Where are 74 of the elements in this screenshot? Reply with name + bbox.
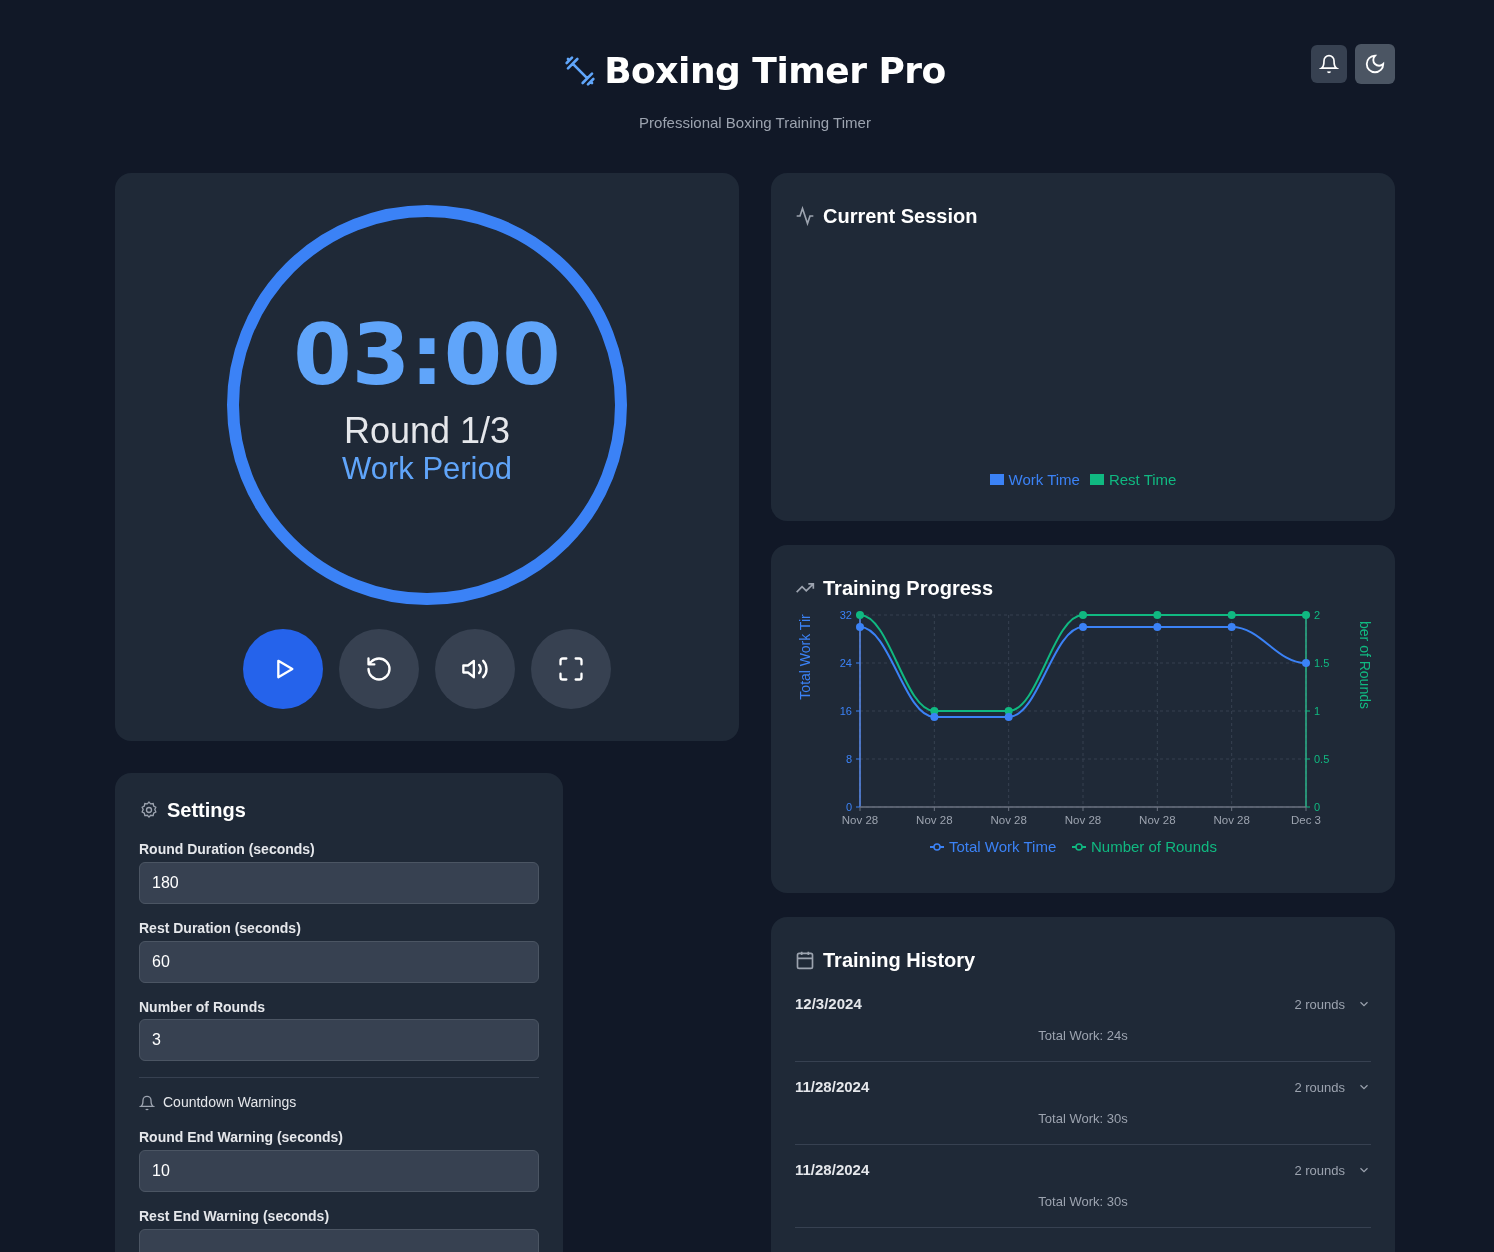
- x-tick-label: Nov 28: [841, 814, 879, 826]
- x-tick-label: Nov 28: [1139, 814, 1176, 826]
- field-label: Round End Warning (seconds): [139, 1129, 345, 1147]
- total-work: Total Work: 30s: [1037, 1109, 1129, 1128]
- session-date: 12/3/2024: [795, 994, 862, 1014]
- legend-label: Rest Time: [1108, 469, 1177, 490]
- field-label: Rest End Warning (seconds): [139, 1208, 331, 1225]
- input-field[interactable]: 60: [139, 940, 539, 983]
- x-tick-label: Nov 28: [1213, 814, 1250, 826]
- progress-title: Training Progress: [823, 576, 994, 601]
- axis-title: Total Work Tir: [797, 614, 813, 700]
- y-tick-label: 16: [839, 705, 852, 717]
- data-point: [1153, 611, 1162, 619]
- y-tick-label: 8: [845, 753, 852, 765]
- session-title: Current Session: [823, 204, 978, 229]
- y2-tick-label: 0: [1314, 801, 1321, 813]
- y2-tick-label: 1.5: [1314, 657, 1330, 669]
- data-point: [1302, 611, 1310, 619]
- x-tick-label: Nov 28: [1064, 814, 1102, 826]
- input-field[interactable]: 3: [139, 1019, 539, 1062]
- total-work: Total Work: 24s: [1037, 1026, 1129, 1045]
- axis-title: ber of Rounds: [1357, 621, 1371, 709]
- data-point: [1302, 659, 1310, 667]
- legend-marker-icon: [929, 843, 945, 851]
- warnings-title: Countdown Warnings: [163, 1093, 297, 1113]
- app-subtitle: Professional Boxing Training Timer: [638, 113, 872, 133]
- field-label: Rest Duration (seconds): [139, 919, 302, 937]
- legend-label: Work Time: [1008, 469, 1080, 490]
- y-tick-label: 24: [839, 657, 852, 669]
- calendar-icon: [795, 950, 815, 970]
- rounds-count: 2 rounds: [1294, 995, 1345, 1014]
- session-date: 11/28/2024: [795, 1077, 870, 1097]
- y-tick-label: 0: [845, 801, 852, 813]
- total-work: Total Work: 30s: [1037, 1192, 1129, 1211]
- app-title: Boxing Timer Pro: [604, 49, 946, 93]
- legend-marker-icon: [1071, 843, 1087, 851]
- settings-icon: [139, 800, 159, 820]
- notifications-button[interactable]: [1311, 45, 1347, 83]
- data-point: [1079, 623, 1087, 631]
- dumbbell-icon: [564, 55, 597, 87]
- settings-title: Settings: [167, 798, 246, 823]
- y2-tick-label: 2: [1314, 609, 1321, 621]
- x-tick-label: Dec 3: [1291, 814, 1321, 826]
- x-tick-label: Nov 28: [990, 814, 1027, 826]
- input-field[interactable]: 10: [139, 1150, 539, 1193]
- pulse-icon: [795, 206, 815, 226]
- data-point: [1079, 611, 1087, 619]
- y2-tick-label: 0.5: [1314, 753, 1330, 765]
- rounds-count: 2 rounds: [1294, 1078, 1345, 1097]
- reset-icon: [365, 655, 393, 683]
- legend-label: Total Work Time: [949, 838, 1057, 855]
- field-label: Number of Rounds: [139, 998, 266, 1016]
- bell-icon: [139, 1094, 155, 1111]
- field-label: Round Duration (seconds): [139, 841, 316, 858]
- data-point: [1227, 611, 1236, 619]
- y-tick-label: 32: [839, 609, 852, 621]
- data-point: [856, 611, 864, 619]
- history-title: Training History: [823, 948, 976, 973]
- x-tick-label: Nov 28: [916, 814, 953, 826]
- session-date: 11/28/2024: [795, 1160, 870, 1180]
- y2-tick-label: 1: [1314, 705, 1321, 717]
- data-point: [1153, 623, 1162, 631]
- moon-icon: [1364, 53, 1386, 75]
- round-label: Round 1/3: [343, 410, 511, 451]
- input-field[interactable]: 180: [139, 861, 539, 904]
- period-label: Work Period: [342, 450, 512, 488]
- fullscreen-icon: [557, 655, 585, 683]
- rounds-count: 2 rounds: [1294, 1161, 1345, 1180]
- legend-label: Number of Rounds: [1091, 838, 1217, 855]
- theme-button[interactable]: [1355, 44, 1395, 84]
- bell-icon: [1319, 54, 1339, 74]
- data-point: [1227, 623, 1236, 631]
- data-point: [856, 623, 864, 631]
- timer-display: 03:00: [293, 312, 561, 397]
